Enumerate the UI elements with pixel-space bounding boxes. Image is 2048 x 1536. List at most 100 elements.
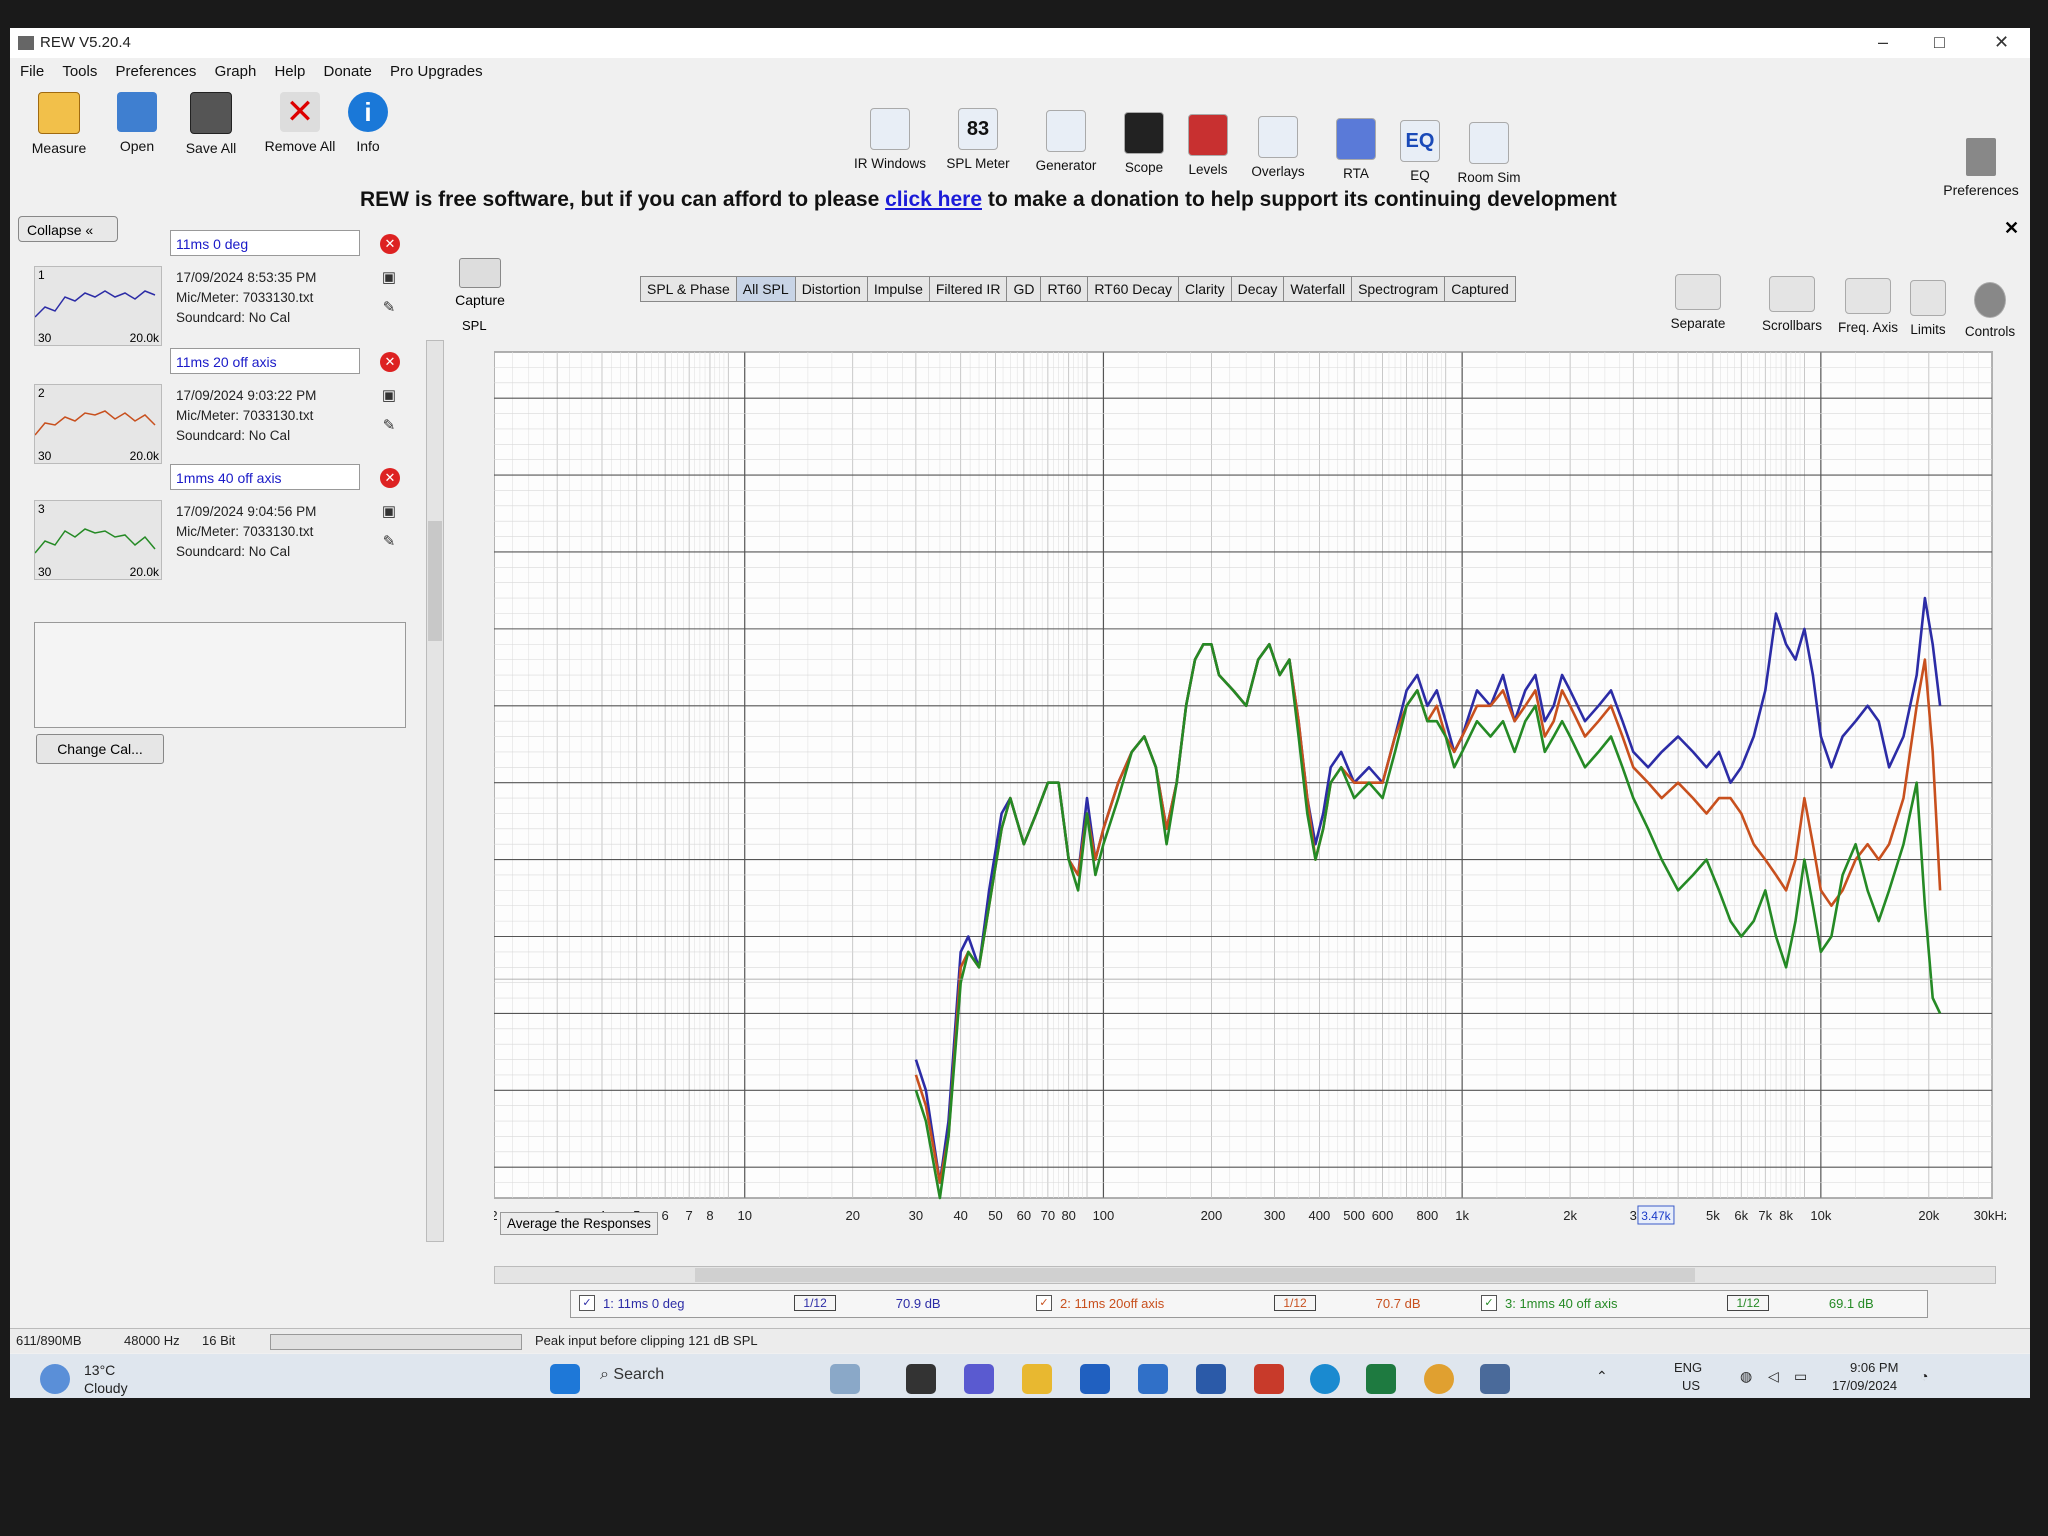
levels-icon xyxy=(1188,114,1228,156)
legend-checkbox[interactable]: ✓ xyxy=(579,1295,595,1311)
legend-checkbox[interactable]: ✓ xyxy=(1481,1295,1497,1311)
preferences-button[interactable]: Preferences xyxy=(1936,138,2026,198)
rew-taskbar-icon[interactable] xyxy=(1480,1364,1510,1394)
menu-graph[interactable]: Graph xyxy=(215,60,257,80)
tab-decay[interactable]: Decay xyxy=(1230,276,1285,302)
delete-icon[interactable]: ✕ xyxy=(380,468,400,488)
change-cal-button[interactable]: Change Cal... xyxy=(36,734,164,764)
ir-windows-icon xyxy=(870,108,910,150)
chevron-up-icon[interactable]: ⌃ xyxy=(1596,1368,1608,1385)
start-icon[interactable] xyxy=(550,1364,580,1394)
donate-link[interactable]: click here xyxy=(885,188,982,211)
tab-spectrogram[interactable]: Spectrogram xyxy=(1351,276,1446,302)
menu-preferences[interactable]: Preferences xyxy=(116,60,197,80)
legend-checkbox[interactable]: ✓ xyxy=(1036,1295,1052,1311)
network-icon[interactable]: ◍ xyxy=(1740,1368,1752,1385)
excel-icon[interactable] xyxy=(1366,1364,1396,1394)
measurement-name-field[interactable]: 11ms 20 off axis xyxy=(170,348,360,374)
powerpoint-icon[interactable] xyxy=(1254,1364,1284,1394)
plot-area[interactable] xyxy=(493,351,1993,1199)
tab-all-spl[interactable]: All SPL xyxy=(735,276,796,302)
chrome-icon[interactable] xyxy=(1424,1364,1454,1394)
notification-bell-icon[interactable]: ◔ xyxy=(1920,1368,1928,1384)
legend-item-2[interactable]: ✓ 2: 11ms 20off axis 1/12 70.7 dB xyxy=(1036,1295,1421,1311)
word-icon[interactable] xyxy=(1196,1364,1226,1394)
smoothing-selector[interactable]: 1/12 xyxy=(794,1295,836,1311)
freq-axis-button[interactable]: Freq. Axis xyxy=(1828,278,1908,335)
scrollbars-button[interactable]: Scrollbars xyxy=(1752,276,1832,333)
tab-clarity[interactable]: Clarity xyxy=(1177,276,1232,302)
menu-donate[interactable]: Donate xyxy=(324,60,372,80)
save-measurement-icon[interactable]: ▣ xyxy=(380,386,398,404)
legend-item-1[interactable]: ✓ 1: 11ms 0 deg 1/12 70.9 dB xyxy=(579,1295,941,1311)
edit-icon[interactable]: ✎ xyxy=(380,298,398,316)
tab-waterfall[interactable]: Waterfall xyxy=(1283,276,1353,302)
measurement-3[interactable]: 1mms 40 off axis ✕ 3 30 20.0k 17/09/2024 9… xyxy=(24,464,409,582)
tab-impulse[interactable]: Impulse xyxy=(866,276,930,302)
smoothing-selector[interactable]: 1/12 xyxy=(1727,1295,1769,1311)
measure-button[interactable]: Measure xyxy=(24,92,94,156)
delete-icon[interactable]: ✕ xyxy=(380,352,400,372)
task-view-icon[interactable] xyxy=(906,1364,936,1394)
levels-button[interactable]: Levels xyxy=(1168,114,1248,177)
close-button[interactable]: ✕ xyxy=(1994,32,2009,53)
battery-icon[interactable]: ▭ xyxy=(1794,1368,1807,1385)
smoothing-selector[interactable]: 1/12 xyxy=(1274,1295,1316,1311)
average-responses-button[interactable]: Average the Responses xyxy=(500,1212,658,1235)
scrollbar-thumb[interactable] xyxy=(428,521,442,641)
tab-filtered-ir[interactable]: Filtered IR xyxy=(928,276,1008,302)
tab-distortion[interactable]: Distortion xyxy=(794,276,868,302)
taskbar-search[interactable]: ⌕ Search xyxy=(600,1366,800,1392)
file-explorer-icon[interactable] xyxy=(1022,1364,1052,1394)
delete-icon[interactable]: ✕ xyxy=(380,234,400,254)
menu-tools[interactable]: Tools xyxy=(62,60,97,80)
limits-button[interactable]: Limits xyxy=(1898,280,1958,337)
tab-gd[interactable]: GD xyxy=(1006,276,1042,302)
spl-meter-button[interactable]: 83 SPL Meter xyxy=(938,108,1018,171)
frequency-scrollbar[interactable] xyxy=(494,1266,1996,1284)
ir-windows-button[interactable]: IR Windows xyxy=(850,108,930,171)
clock-time[interactable]: 9:06 PM xyxy=(1850,1360,1898,1375)
open-button[interactable]: Open xyxy=(102,92,172,154)
controls-button[interactable]: Controls xyxy=(1960,282,2020,339)
room-sim-button[interactable]: Room Sim xyxy=(1444,122,1534,185)
chart-svg[interactable]: 9590858075706560555045234567810203040506… xyxy=(453,338,2010,1262)
menu-pro-upgrades[interactable]: Pro Upgrades xyxy=(390,60,483,80)
measurement-2[interactable]: 11ms 20 off axis ✕ 2 30 20.0k 17/09/2024 9… xyxy=(24,348,409,466)
tab-spl-phase[interactable]: SPL & Phase xyxy=(640,276,737,302)
remove-all-button[interactable]: ✕ Remove All xyxy=(258,92,342,154)
menu-file[interactable]: File xyxy=(20,60,44,80)
spl-chart[interactable]: 9590858075706560555045234567810203040506… xyxy=(453,338,2010,1228)
language-indicator[interactable]: ENG xyxy=(1674,1360,1702,1375)
separate-button[interactable]: Separate xyxy=(1658,274,1738,331)
save-measurement-icon[interactable]: ▣ xyxy=(380,502,398,520)
measurement-1[interactable]: 11ms 0 deg ✕ 1 30 20.0k 17/09/2024 8:53:35… xyxy=(24,230,409,348)
info-button[interactable]: i Info xyxy=(338,92,398,154)
save-measurement-icon[interactable]: ▣ xyxy=(380,268,398,286)
menu-help[interactable]: Help xyxy=(274,60,305,80)
measurement-name-field[interactable]: 1mms 40 off axis xyxy=(170,464,360,490)
tab-captured[interactable]: Captured xyxy=(1444,276,1516,302)
store-icon[interactable] xyxy=(1080,1364,1110,1394)
save-all-button[interactable]: Save All xyxy=(176,92,246,156)
maximize-button[interactable]: □ xyxy=(1934,32,1945,53)
edit-icon[interactable]: ✎ xyxy=(380,532,398,550)
mail-icon[interactable] xyxy=(1138,1364,1168,1394)
volume-icon[interactable]: ◁ xyxy=(1768,1368,1779,1385)
capture-button[interactable]: Capture xyxy=(450,258,510,308)
measurement-name-field[interactable]: 11ms 0 deg xyxy=(170,230,360,256)
edit-icon[interactable]: ✎ xyxy=(380,416,398,434)
app-icon-fish[interactable] xyxy=(830,1364,860,1394)
generator-button[interactable]: Generator xyxy=(1026,110,1106,173)
tab-rt60-decay[interactable]: RT60 Decay xyxy=(1087,276,1179,302)
weather-icon[interactable] xyxy=(40,1364,70,1394)
edge-icon[interactable] xyxy=(1310,1364,1340,1394)
scrollbar-thumb[interactable] xyxy=(695,1268,1695,1282)
sidebar-scrollbar[interactable] xyxy=(426,340,444,1242)
teams-icon[interactable] xyxy=(964,1364,994,1394)
overlays-button[interactable]: Overlays xyxy=(1238,116,1318,179)
minimize-button[interactable]: – xyxy=(1878,32,1888,53)
close-banner-icon[interactable]: ✕ xyxy=(2004,218,2019,239)
legend-item-3[interactable]: ✓ 3: 1mms 40 off axis 1/12 69.1 dB xyxy=(1481,1295,1874,1311)
tab-rt60[interactable]: RT60 xyxy=(1040,276,1089,302)
